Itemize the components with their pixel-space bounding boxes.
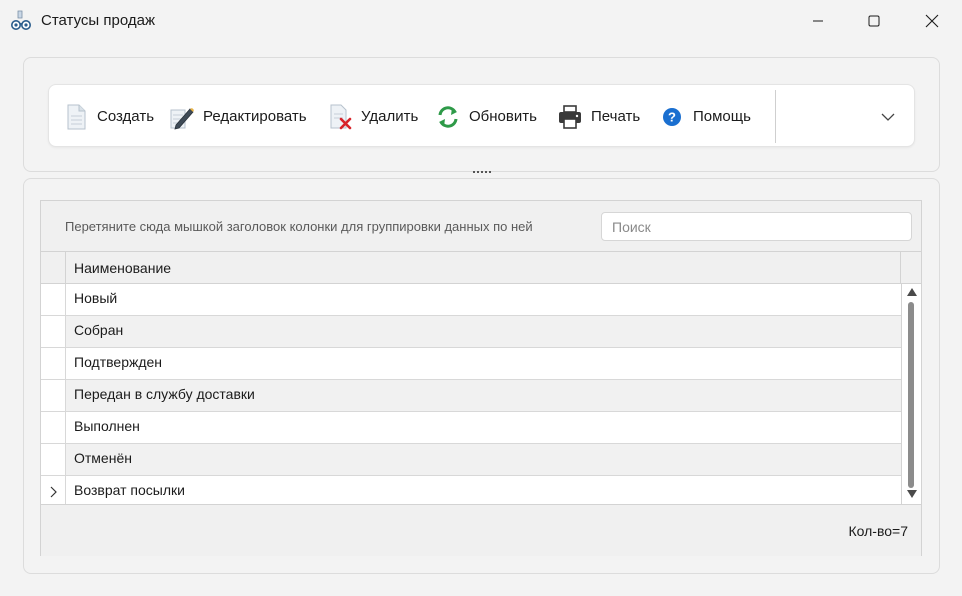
delete-document-icon: [327, 104, 353, 130]
row-indicator-header[interactable]: [41, 252, 66, 284]
search-input[interactable]: [601, 212, 912, 241]
create-button[interactable]: Создать: [63, 85, 154, 148]
table-row[interactable]: Выполнен: [41, 412, 901, 444]
edit-document-icon: [169, 104, 195, 130]
cell-name: Возврат посылки: [74, 482, 185, 498]
maximize-icon: [868, 15, 880, 27]
toolbar: Создать Редактировать Удалить Обновить П…: [48, 84, 915, 147]
row-indicator[interactable]: [41, 412, 66, 443]
refresh-label: Обновить: [469, 108, 537, 125]
delete-label: Удалить: [361, 108, 419, 125]
svg-text:?: ?: [668, 109, 676, 124]
table-row[interactable]: Подтвержден: [41, 348, 901, 380]
scroll-up-arrow-icon[interactable]: [907, 288, 917, 296]
column-header-name[interactable]: Наименование: [74, 260, 171, 276]
cell-name: Новый: [74, 290, 118, 306]
edit-label: Редактировать: [203, 108, 307, 125]
table-row[interactable]: Новый: [41, 284, 901, 316]
print-button[interactable]: Печать: [557, 85, 640, 148]
row-indicator[interactable]: [41, 348, 66, 379]
help-button[interactable]: ? Помощь: [659, 85, 751, 148]
grid-rows: Новый Собран Подтвержден Передан в служб…: [41, 284, 901, 508]
column-header-row: Наименование: [41, 251, 921, 284]
refresh-button[interactable]: Обновить: [435, 85, 537, 148]
delete-button[interactable]: Удалить: [327, 85, 418, 148]
current-row-chevron-icon: [50, 486, 57, 497]
scrollbar-thumb[interactable]: [908, 302, 914, 488]
row-indicator[interactable]: [41, 444, 66, 475]
cell-name: Отменён: [74, 450, 132, 466]
glasses-icon: [11, 10, 31, 30]
minimize-icon: [813, 20, 823, 22]
print-label: Печать: [591, 108, 641, 125]
header-divider: [900, 252, 901, 284]
help-label: Помощь: [693, 108, 751, 125]
scroll-down-arrow-icon[interactable]: [907, 490, 917, 498]
refresh-icon: [435, 104, 461, 130]
toolbar-separator: [775, 90, 776, 143]
cell-name: Передан в службу доставки: [74, 386, 255, 402]
cell-name: Выполнен: [74, 418, 140, 434]
row-indicator[interactable]: [41, 284, 66, 315]
maximize-button[interactable]: [846, 0, 902, 42]
create-label: Создать: [97, 108, 155, 125]
splitter-grip[interactable]: [473, 171, 491, 176]
printer-icon: [557, 104, 583, 130]
minimize-button[interactable]: [790, 0, 846, 42]
close-icon: [925, 14, 939, 28]
record-count: Кол-во=7: [848, 523, 909, 539]
window-title: Статусы продаж: [41, 12, 155, 29]
close-button[interactable]: [904, 0, 960, 42]
title-bar: Статусы продаж: [0, 0, 962, 42]
grid-footer: Кол-во=7: [41, 504, 921, 556]
chevron-down-icon[interactable]: [879, 109, 897, 125]
row-indicator[interactable]: [41, 380, 66, 411]
help-icon: ?: [659, 104, 685, 130]
vertical-scrollbar[interactable]: [901, 284, 921, 504]
table-row[interactable]: Собран: [41, 316, 901, 348]
row-indicator[interactable]: [41, 476, 66, 507]
data-grid: Перетяните сюда мышкой заголовок колонки…: [40, 200, 922, 556]
table-row[interactable]: Передан в службу доставки: [41, 380, 901, 412]
row-indicator[interactable]: [41, 316, 66, 347]
cell-name: Подтвержден: [74, 354, 163, 370]
group-panel-hint: Перетяните сюда мышкой заголовок колонки…: [65, 219, 533, 234]
table-row[interactable]: Отменён: [41, 444, 901, 476]
new-document-icon: [63, 104, 89, 130]
edit-button[interactable]: Редактировать: [169, 85, 307, 148]
cell-name: Собран: [74, 322, 124, 338]
